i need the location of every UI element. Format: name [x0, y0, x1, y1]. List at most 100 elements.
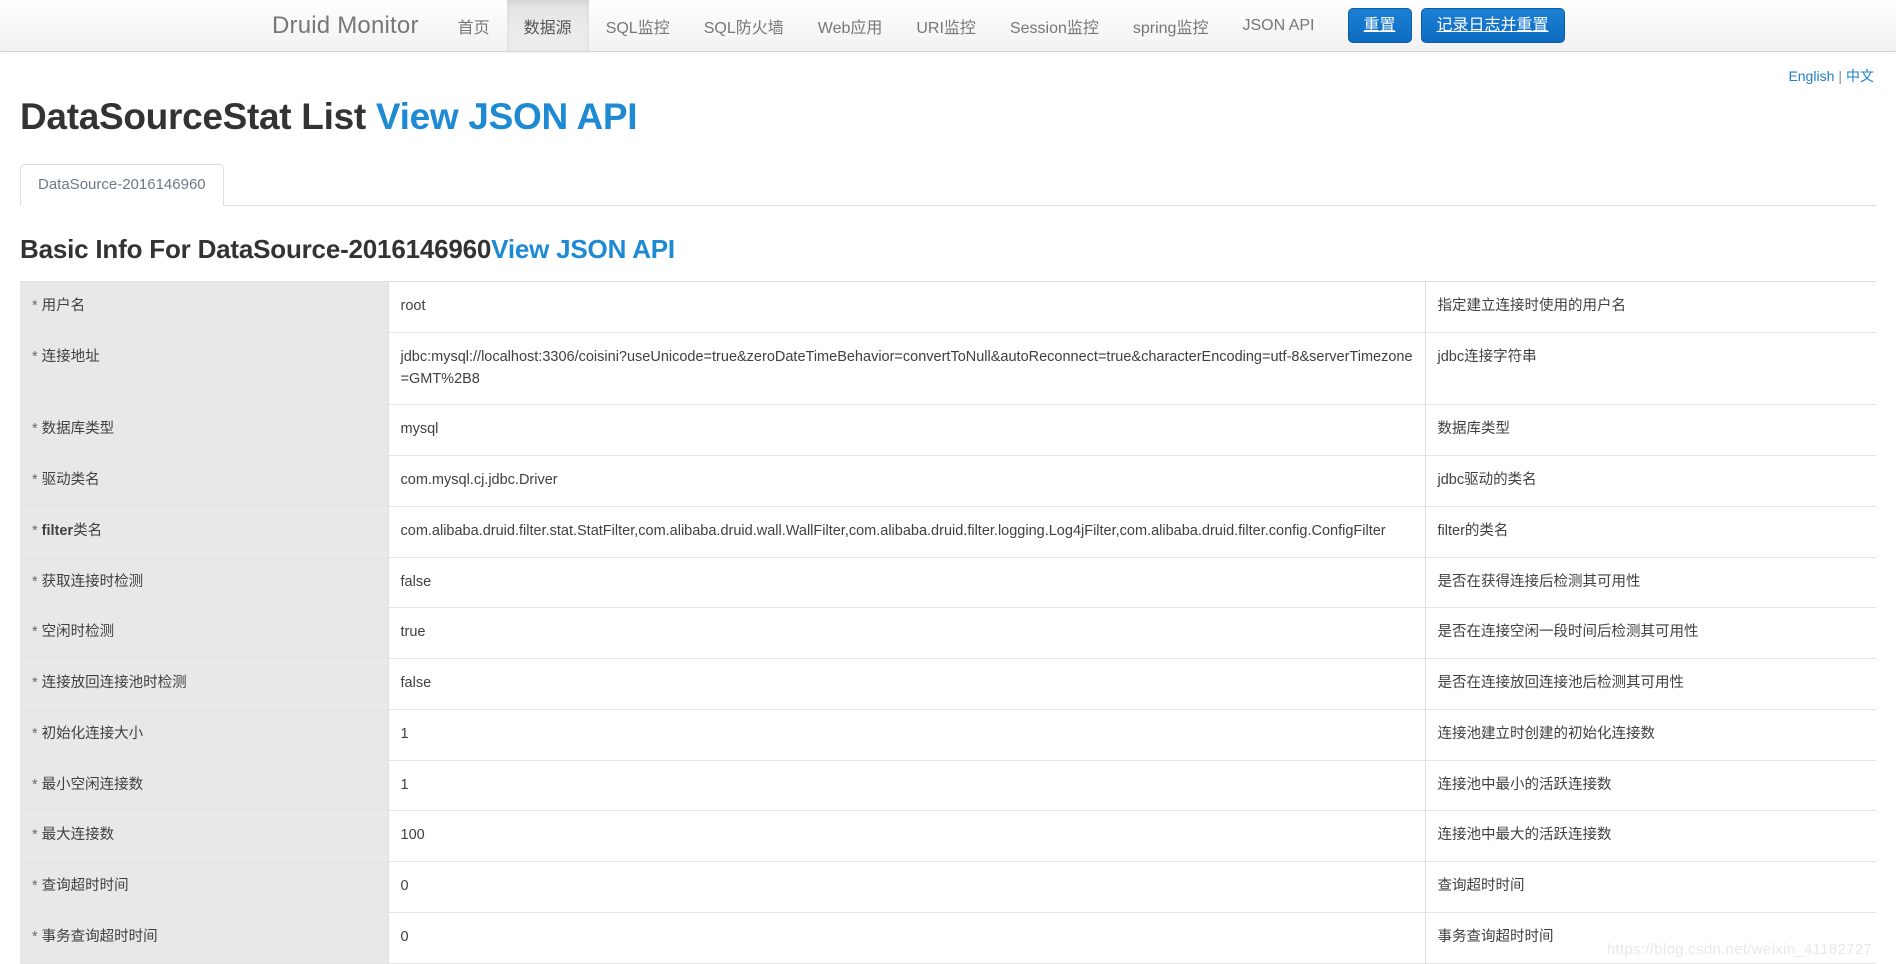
nav-item-1[interactable]: 数据源: [506, 0, 589, 51]
row-label-cell: * 最大连接数: [20, 810, 389, 862]
row-label-text: 最大连接数: [41, 827, 115, 844]
page-title: DataSourceStat List View JSON API: [20, 96, 1876, 138]
row-label-cell: * 空闲时检测: [20, 607, 389, 659]
row-label-cell: * 事务查询超时时间: [20, 912, 389, 964]
table-row: * 用户名 root 指定建立连接时使用的用户名: [20, 281, 1876, 333]
table-row: * 数据库类型 mysql 数据库类型: [20, 404, 1876, 456]
row-value-cell: 1: [388, 760, 1426, 812]
row-description-cell: 查询超时时间: [1425, 861, 1876, 913]
row-value-cell: false: [388, 658, 1426, 710]
row-value-cell: 100: [388, 810, 1426, 862]
row-label-text: 驱动类名: [41, 472, 100, 488]
table-row: * 事务查询超时时间 0 事务查询超时时间: [20, 912, 1876, 964]
section-title: Basic Info For DataSource-2016146960View…: [20, 234, 1876, 265]
language-english-link[interactable]: English: [1788, 68, 1834, 84]
row-description-cell: 事务查询超时时间: [1425, 912, 1876, 964]
row-label-text: 连接地址: [41, 348, 100, 365]
table-row: * filter类名 com.alibaba.druid.filter.stat.S…: [20, 506, 1876, 558]
required-marker: *: [32, 827, 38, 844]
row-value-cell: true: [388, 607, 1426, 659]
required-marker: *: [32, 298, 38, 314]
nav-buttons: 重置 记录日志并重置: [1332, 0, 1565, 51]
datasource-tab-0[interactable]: DataSource-2016146960: [20, 163, 224, 206]
row-value-cell: mysql: [388, 404, 1426, 456]
basic-info-table: * 用户名 root 指定建立连接时使用的用户名 * 连接地址 jdbc:mysql://l…: [20, 281, 1876, 964]
row-label-text: 查询超时时间: [41, 878, 129, 894]
reset-button[interactable]: 重置: [1347, 7, 1412, 44]
row-label-cell: * 用户名: [20, 281, 389, 333]
nav-item-4[interactable]: Web应用: [801, 0, 900, 51]
page-container: DataSourceStat List View JSON API DataSo…: [0, 96, 1896, 964]
required-marker: *: [32, 776, 38, 793]
row-description-cell: jdbc连接字符串: [1425, 332, 1876, 406]
required-marker: *: [32, 348, 38, 365]
required-marker: *: [32, 725, 38, 742]
row-label-text: 事务查询超时时间: [41, 928, 158, 945]
row-description-cell: 连接池中最小的活跃连接数: [1425, 760, 1876, 812]
row-value-cell: root: [388, 281, 1426, 333]
row-label-text: 初始化连接大小: [41, 725, 144, 742]
row-description-cell: 连接池建立时创建的初始化连接数: [1425, 709, 1876, 761]
row-value-cell: 0: [388, 912, 1426, 964]
required-marker: *: [32, 522, 38, 539]
table-row: * 获取连接时检测 false 是否在获得连接后检测其可用性: [20, 557, 1876, 609]
main-navbar: Druid Monitor 首页 数据源 SQL监控 SQL防火墙 Web应用 URI监控…: [0, 0, 1896, 52]
row-label-cell: * 连接放回连接池时检测: [20, 658, 389, 710]
table-row: * 最小空闲连接数 1 连接池中最小的活跃连接数: [20, 760, 1876, 812]
row-description-cell: jdbc驱动的类名: [1425, 455, 1876, 507]
required-marker: *: [32, 928, 38, 945]
nav-item-5[interactable]: URI监控: [899, 0, 993, 51]
nav-item-0[interactable]: 首页: [441, 0, 507, 51]
row-value-cell: 0: [388, 861, 1426, 913]
datasource-tabs: DataSource-2016146960: [20, 160, 1876, 206]
log-and-reset-button[interactable]: 记录日志并重置: [1420, 7, 1565, 44]
table-row: * 驱动类名 com.mysql.cj.jdbc.Driver jdbc驱动的类名: [20, 455, 1876, 507]
row-value-cell: com.alibaba.druid.filter.stat.StatFilter…: [388, 506, 1426, 558]
language-separator: |: [1838, 68, 1842, 84]
row-label-text: 空闲时检测: [41, 624, 115, 641]
row-label-text: 获取连接时检测: [41, 573, 144, 590]
view-json-api-link-top[interactable]: View JSON API: [376, 96, 638, 137]
row-value-cell: jdbc:mysql://localhost:3306/coisini?useU…: [388, 332, 1426, 406]
row-label-cell: * 连接地址: [20, 332, 389, 406]
required-marker: *: [32, 878, 38, 894]
language-chinese-link[interactable]: 中文: [1846, 68, 1874, 84]
table-row: * 最大连接数 100 连接池中最大的活跃连接数: [20, 810, 1876, 862]
row-description-cell: 数据库类型: [1425, 404, 1876, 456]
nav-item-6[interactable]: Session监控: [993, 0, 1116, 51]
view-json-api-link-section[interactable]: View JSON API: [491, 234, 675, 264]
nav-item-3[interactable]: SQL防火墙: [687, 0, 801, 51]
row-description-cell: 连接池中最大的活跃连接数: [1425, 810, 1876, 862]
row-label-text: 最小空闲连接数: [41, 776, 144, 793]
page-wrapper: Druid Monitor 首页 数据源 SQL监控 SQL防火墙 Web应用 URI监控…: [0, 0, 1896, 964]
table-row: * 查询超时时间 0 查询超时时间: [20, 861, 1876, 913]
row-label-text: 用户名: [41, 298, 86, 314]
row-value-cell: com.mysql.cj.jdbc.Driver: [388, 455, 1426, 507]
table-row: * 连接放回连接池时检测 false 是否在连接放回连接池后检测其可用性: [20, 658, 1876, 710]
nav-links: 首页 数据源 SQL监控 SQL防火墙 Web应用 URI监控 Session监控 sprin…: [441, 0, 1332, 51]
row-label-cell: * 数据库类型: [20, 404, 389, 456]
row-label-text: 数据库类型: [41, 421, 115, 438]
row-value-cell: false: [388, 557, 1426, 609]
row-description-cell: 是否在获得连接后检测其可用性: [1425, 557, 1876, 609]
page-title-text: DataSourceStat List: [20, 96, 366, 137]
row-label-cell: * 最小空闲连接数: [20, 760, 389, 812]
row-description-cell: 是否在连接放回连接池后检测其可用性: [1425, 658, 1876, 710]
nav-item-7[interactable]: spring监控: [1116, 0, 1226, 51]
brand-logo[interactable]: Druid Monitor: [272, 0, 441, 51]
nav-item-8[interactable]: JSON API: [1225, 0, 1331, 51]
table-row: * 空闲时检测 true 是否在连接空闲一段时间后检测其可用性: [20, 607, 1876, 659]
row-description-cell: filter的类名: [1425, 506, 1876, 558]
section-title-text: Basic Info For DataSource-2016146960: [20, 234, 492, 264]
required-marker: *: [32, 472, 38, 488]
row-value-cell: 1: [388, 709, 1426, 761]
required-marker: *: [32, 624, 38, 641]
row-description-cell: 指定建立连接时使用的用户名: [1425, 281, 1876, 333]
table-row: * 初始化连接大小 1 连接池建立时创建的初始化连接数: [20, 709, 1876, 761]
table-row: * 连接地址 jdbc:mysql://localhost:3306/coisini…: [20, 332, 1876, 406]
row-label-cell: * 驱动类名: [20, 455, 389, 507]
required-marker: *: [32, 421, 38, 438]
row-label-cell: * 初始化连接大小: [20, 709, 389, 761]
nav-item-2[interactable]: SQL监控: [589, 0, 687, 51]
required-marker: *: [32, 573, 38, 590]
